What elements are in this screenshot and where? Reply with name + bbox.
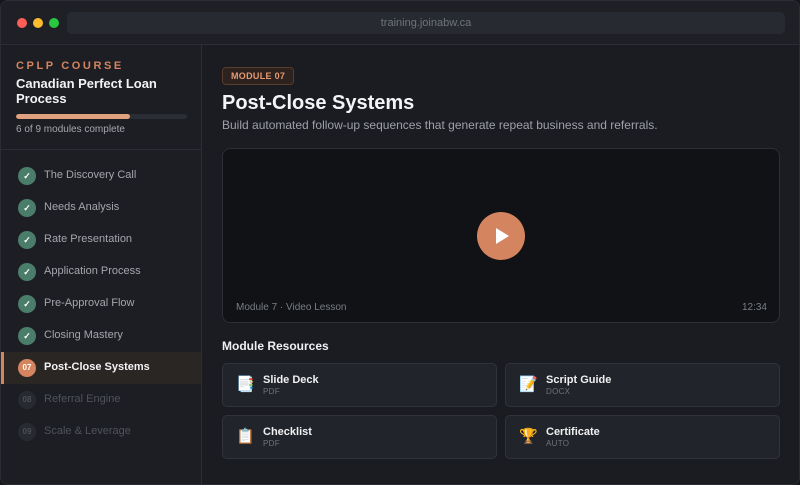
module-number-pill: MODULE 07 [222, 67, 295, 85]
module-number-badge: 07 [18, 359, 36, 377]
completed-check-icon: ✓ [18, 199, 36, 217]
clipboard-icon: 📋 [236, 428, 255, 445]
module-item[interactable]: ✓ Rate Presentation [1, 224, 201, 256]
maximize-window-button[interactable] [49, 18, 59, 28]
module-label: Needs Analysis [44, 201, 120, 213]
video-duration: 12:34 [741, 302, 767, 313]
course-progress-bar [16, 114, 187, 119]
resource-card-certificate[interactable]: 🏆 Certificate AUTO [505, 415, 780, 459]
module-item-locked[interactable]: 08 Referral Engine [1, 384, 201, 416]
url-bar[interactable]: training.joinabw.ca [67, 12, 785, 34]
course-header: CPLP COURSE Canadian Perfect Loan Proces… [1, 45, 201, 150]
page-subtitle: Build automated follow-up sequences that… [222, 118, 658, 132]
course-progress-text: 6 of 9 modules complete [16, 124, 125, 135]
module-item-locked[interactable]: 09 Scale & Leverage [1, 416, 201, 448]
module-label: Referral Engine [44, 393, 121, 405]
module-item[interactable]: ✓ Needs Analysis [1, 192, 201, 224]
script-icon: 📝 [519, 376, 538, 393]
completed-check-icon: ✓ [18, 295, 36, 313]
course-sidebar: CPLP COURSE Canadian Perfect Loan Proces… [1, 45, 202, 484]
module-item[interactable]: ✓ Pre-Approval Flow [1, 288, 201, 320]
module-label: The Discovery Call [44, 169, 137, 181]
course-progress-fill [16, 114, 131, 119]
resource-title: Script Guide [546, 374, 612, 386]
resource-type: PDF [263, 439, 280, 448]
resource-card-checklist[interactable]: 📋 Checklist PDF [222, 415, 497, 459]
course-tag: CPLP COURSE [16, 60, 124, 72]
resource-card-script-guide[interactable]: 📝 Script Guide DOCX [505, 363, 780, 407]
resource-type: DOCX [546, 387, 571, 396]
completed-check-icon: ✓ [18, 167, 36, 185]
module-label: Application Process [44, 265, 141, 277]
app-window: training.joinabw.ca CPLP COURSE Canadian… [0, 0, 800, 485]
completed-check-icon: ✓ [18, 231, 36, 249]
resource-type: AUTO [546, 439, 570, 448]
completed-check-icon: ✓ [18, 263, 36, 281]
video-player[interactable]: Module 7 · Video Lesson 12:34 [222, 148, 780, 323]
module-label: Closing Mastery [44, 329, 123, 341]
trophy-icon: 🏆 [519, 428, 538, 445]
course-title: Canadian Perfect Loan Process [16, 76, 157, 106]
module-list: ✓ The Discovery Call ✓ Needs Analysis ✓ … [1, 160, 201, 448]
resource-title: Certificate [546, 426, 600, 438]
module-item[interactable]: ✓ Application Process [1, 256, 201, 288]
resource-type: PDF [263, 387, 280, 396]
module-label: Scale & Leverage [44, 425, 131, 437]
video-caption: Module 7 · Video Lesson [236, 302, 347, 313]
browser-titlebar: training.joinabw.ca [1, 1, 799, 45]
slides-icon: 📑 [236, 376, 255, 393]
resource-title: Slide Deck [263, 374, 319, 386]
module-content: MODULE 07 Post-Close Systems Build autom… [202, 45, 799, 484]
resources-heading: Module Resources [222, 339, 329, 353]
module-label: Post-Close Systems [44, 361, 150, 373]
completed-check-icon: ✓ [18, 327, 36, 345]
resource-card-slide-deck[interactable]: 📑 Slide Deck PDF [222, 363, 497, 407]
module-number-badge: 09 [18, 423, 36, 441]
resource-title: Checklist [263, 426, 312, 438]
module-label: Pre-Approval Flow [44, 297, 135, 309]
close-window-button[interactable] [17, 18, 27, 28]
module-label: Rate Presentation [44, 233, 133, 245]
module-item-current[interactable]: 07 Post-Close Systems [1, 352, 201, 384]
module-number-badge: 08 [18, 391, 36, 409]
module-item[interactable]: ✓ Closing Mastery [1, 320, 201, 352]
module-item[interactable]: ✓ The Discovery Call [1, 160, 201, 192]
page-title: Post-Close Systems [222, 92, 415, 114]
minimize-window-button[interactable] [33, 18, 43, 28]
play-icon[interactable] [477, 212, 525, 260]
